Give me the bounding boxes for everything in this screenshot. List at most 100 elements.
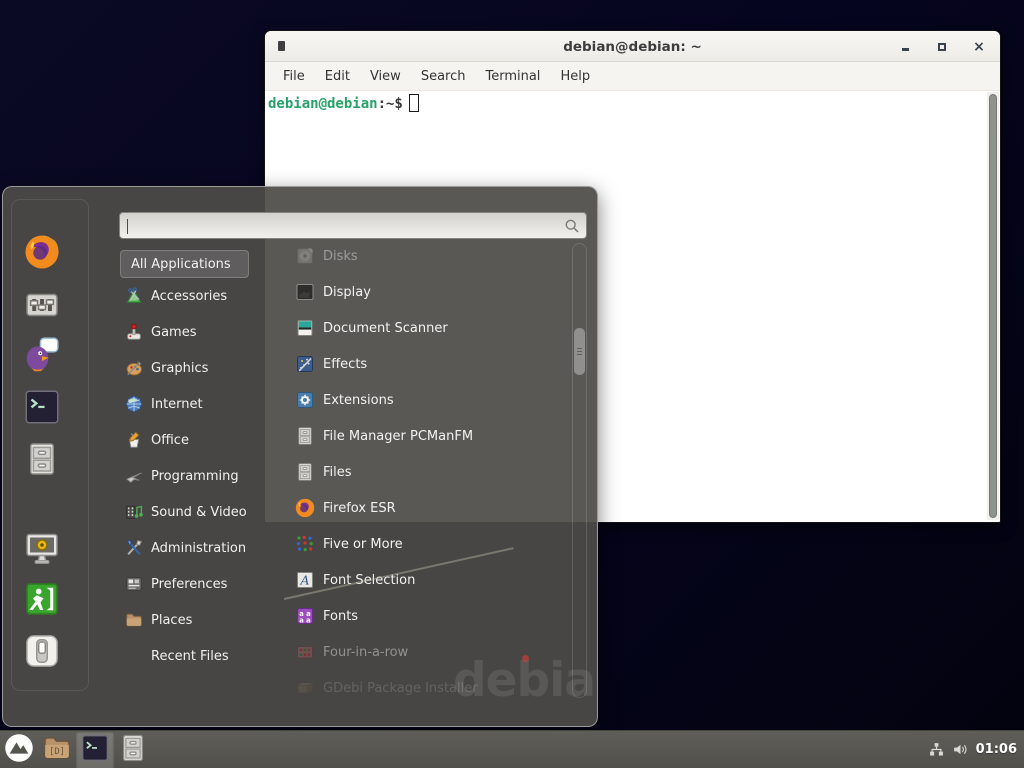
app-item-display[interactable]: Display <box>265 274 565 310</box>
app-item-label: Files <box>323 465 352 480</box>
terminal-prompt: debian@debian:~$ <box>268 94 419 112</box>
favorite-volume-mixer[interactable] <box>24 287 60 323</box>
search-box[interactable] <box>119 212 587 239</box>
svg-text:a a: a a <box>299 616 311 624</box>
document-scanner-icon <box>295 318 315 338</box>
category-programming[interactable]: Programming <box>115 458 265 494</box>
network-icon[interactable] <box>928 741 945 758</box>
application-list: Disks Display Document Scanner EffectsExten… <box>265 238 565 708</box>
category-preferences[interactable]: Preferences <box>115 566 265 602</box>
file-cabinet-icon <box>295 426 315 446</box>
terminal-menubar: FileEditViewSearchTerminalHelp <box>265 62 1000 91</box>
terminal-menu-search[interactable]: Search <box>411 62 476 91</box>
category-games[interactable]: Games <box>115 314 265 350</box>
taskbar-launchers: [D] <box>0 731 152 768</box>
category-office[interactable]: Office <box>115 422 265 458</box>
menu-scrollbar[interactable] <box>572 243 587 698</box>
prompt-user-host: debian@debian <box>268 96 378 112</box>
application-menu: All Applications Accessories Games Graphic… <box>2 186 598 727</box>
places-icon <box>125 611 143 629</box>
taskbar-menu-button[interactable] <box>0 731 38 768</box>
file-cabinet-icon <box>118 733 148 767</box>
favorite-terminal[interactable] <box>24 389 60 425</box>
app-item-firefox-esr[interactable]: Firefox ESR <box>265 490 565 526</box>
extensions-icon <box>295 390 315 410</box>
favorite-messenger-pidgin[interactable] <box>24 336 60 372</box>
clock[interactable]: 01:06 <box>976 742 1017 757</box>
app-item-label: Disks <box>323 249 358 264</box>
minimize-button[interactable] <box>898 40 912 54</box>
internet-icon <box>125 395 143 413</box>
category-label: Internet <box>151 397 203 412</box>
search-input[interactable] <box>128 215 558 236</box>
terminal-titlebar[interactable]: debian@debian: ~ × <box>265 31 1000 62</box>
font-selection-icon: A <box>295 570 315 590</box>
category-accessories[interactable]: Accessories <box>115 278 265 314</box>
app-item-document-scanner[interactable]: Document Scanner <box>265 310 565 346</box>
maximize-button[interactable] <box>935 40 949 54</box>
lock-screen-button[interactable] <box>24 530 60 566</box>
log-out-button[interactable] <box>24 581 60 617</box>
category-label: Accessories <box>151 289 227 304</box>
category-places[interactable]: Places <box>115 602 265 638</box>
taskbar-files[interactable] <box>114 731 152 768</box>
file-cabinet-icon <box>24 462 60 481</box>
category-sound-video[interactable]: Sound & Video <box>115 494 265 530</box>
filter-all-applications[interactable]: All Applications <box>120 250 249 278</box>
volume-mixer-icon <box>24 308 60 327</box>
category-administration[interactable]: Administration <box>115 530 265 566</box>
firefox-icon <box>295 498 315 518</box>
volume-icon[interactable] <box>952 741 969 758</box>
app-item-label: Display <box>323 285 371 300</box>
minimize-icon <box>902 48 909 51</box>
terminal-scrollbar-handle[interactable] <box>989 94 997 518</box>
window-controls: × <box>898 31 986 62</box>
file-cabinet-icon <box>295 462 315 482</box>
menu-scrollbar-handle[interactable] <box>574 328 585 375</box>
taskbar: [D] 01:06 <box>0 730 1024 768</box>
terminal-menu-help[interactable]: Help <box>550 62 600 91</box>
terminal-menu-edit[interactable]: Edit <box>315 62 360 91</box>
terminal-scrollbar[interactable] <box>987 92 999 520</box>
terminal-cursor <box>409 94 419 112</box>
terminal-menu-terminal[interactable]: Terminal <box>475 62 550 91</box>
gdebi-icon <box>295 678 315 698</box>
taskbar-file-manager-pcmanfm[interactable]: [D] <box>38 731 76 768</box>
category-label: Administration <box>151 541 246 556</box>
terminal-icon <box>81 734 109 766</box>
category-label: Places <box>151 613 192 628</box>
favorite-firefox[interactable] <box>24 234 60 270</box>
app-item-disks: Disks <box>265 238 565 274</box>
fonts-icon: a aa a <box>295 606 315 626</box>
terminal-icon <box>24 410 60 429</box>
app-item-label: File Manager PCManFM <box>323 429 473 444</box>
terminal-menu-view[interactable]: View <box>360 62 411 91</box>
app-item-label: Five or More <box>323 537 403 552</box>
taskbar-terminal[interactable] <box>76 731 114 768</box>
category-graphics[interactable]: Graphics <box>115 350 265 386</box>
programming-icon <box>125 467 143 485</box>
shut-down-button[interactable] <box>24 633 60 669</box>
close-button[interactable]: × <box>972 40 986 54</box>
four-in-a-row-icon <box>295 642 315 662</box>
category-label: Recent Files <box>151 649 229 664</box>
maximize-icon <box>938 43 946 51</box>
app-item-label: Firefox ESR <box>323 501 396 516</box>
category-recent-files[interactable]: Recent Files <box>115 638 265 674</box>
app-item-effects[interactable]: Effects <box>265 346 565 382</box>
terminal-menu-file[interactable]: File <box>273 62 315 91</box>
category-internet[interactable]: Internet <box>115 386 265 422</box>
folder-pcman-icon: [D] <box>42 733 72 767</box>
games-icon <box>125 323 143 341</box>
category-list: AccessoriesGamesGraphicsInternetOfficePr… <box>115 278 265 674</box>
app-item-files[interactable]: Files <box>265 454 565 490</box>
favorite-file-manager[interactable] <box>24 441 60 477</box>
sound-video-icon <box>125 503 143 521</box>
app-item-label: Document Scanner <box>323 321 448 336</box>
app-item-fonts[interactable]: a aa aFonts <box>265 598 565 634</box>
five-or-more-icon <box>295 534 315 554</box>
app-item-extensions[interactable]: Extensions <box>265 382 565 418</box>
app-item-five-or-more[interactable]: Five or More <box>265 526 565 562</box>
category-label: Games <box>151 325 196 340</box>
app-item-file-manager-pcmanfm[interactable]: File Manager PCManFM <box>265 418 565 454</box>
